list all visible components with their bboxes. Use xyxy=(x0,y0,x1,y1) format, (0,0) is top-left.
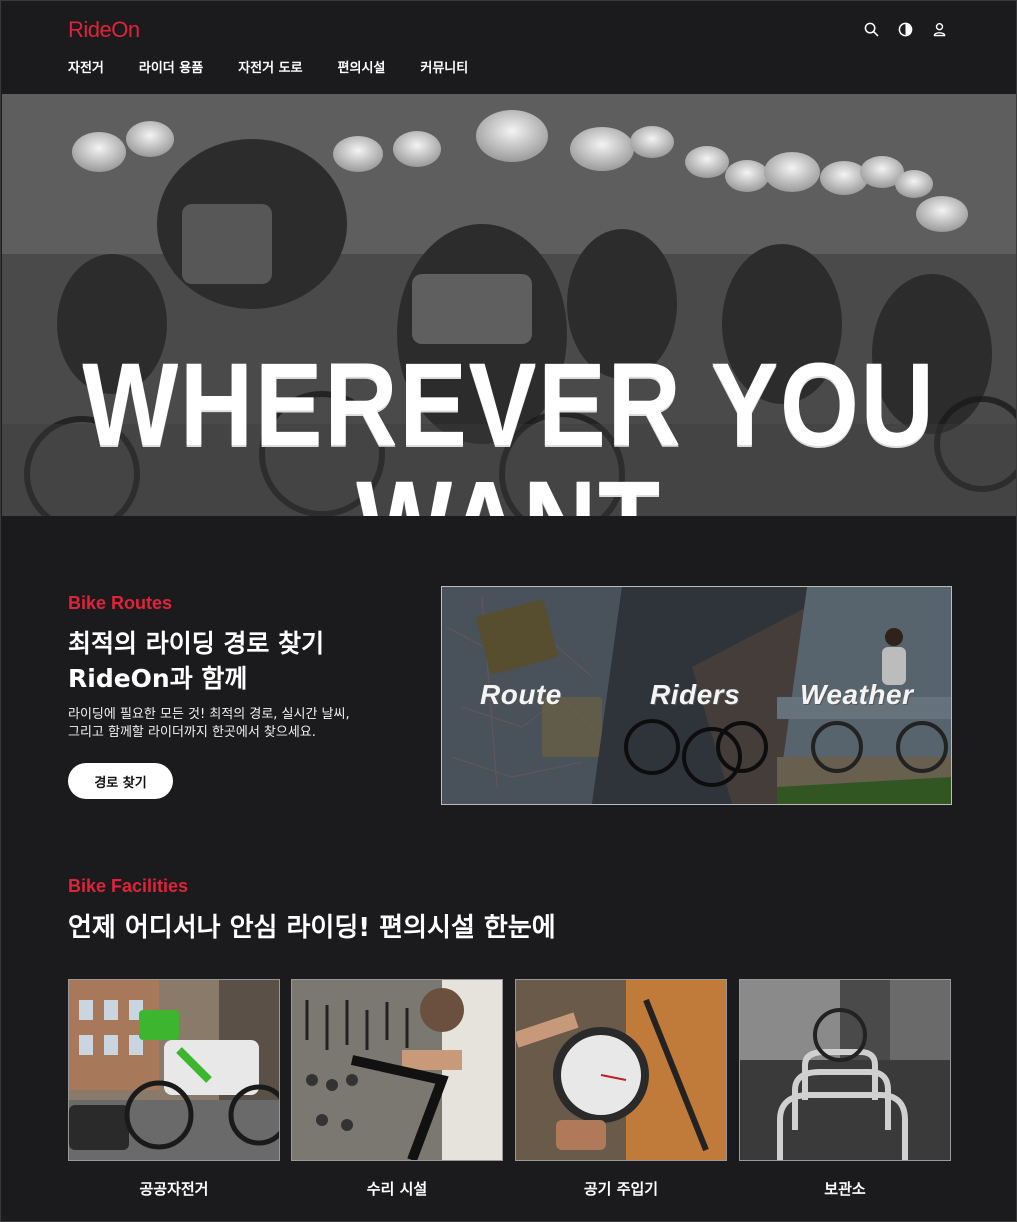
contrast-icon[interactable] xyxy=(897,21,914,38)
nav-item-facilities[interactable]: 편의시설 xyxy=(338,57,386,76)
bike-storage-image xyxy=(739,979,951,1161)
nav-item-rider-gear[interactable]: 라이더 용품 xyxy=(139,57,203,76)
find-route-button[interactable]: 경로 찾기 xyxy=(68,763,173,799)
facility-label-air-pump: 공기 주입기 xyxy=(583,1180,659,1198)
routes-title-line1: 최적의 라이딩 경로 찾기 xyxy=(68,629,325,658)
header-actions xyxy=(863,21,948,38)
facility-card-public-bike[interactable]: 공공자전거 xyxy=(68,979,280,1199)
site-header: RideOn 자전거 라이더 용품 자전거 도로 편의시설 커뮤니티 xyxy=(1,1,1016,93)
routes-desc-line2: 그리고 함께할 라이더까지 한곳에서 찾으세요. xyxy=(68,725,316,740)
facility-card-repair[interactable]: 수리 시설 xyxy=(291,979,503,1199)
nav-item-bikes[interactable]: 자전거 xyxy=(68,57,104,76)
main-nav: 자전거 라이더 용품 자전거 도로 편의시설 커뮤니티 xyxy=(68,57,503,76)
facility-card-storage[interactable]: 보관소 xyxy=(739,979,951,1199)
routes-desc-line1: 라이딩에 필요한 모든 것! 최적의 경로, 실시간 날씨, xyxy=(68,707,350,722)
routes-title: 최적의 라이딩 경로 찾기 RideOn과 함께 xyxy=(68,626,428,696)
facility-card-air-pump[interactable]: 공기 주입기 xyxy=(515,979,727,1199)
site-logo[interactable]: RideOn xyxy=(68,17,140,43)
facility-label-storage: 보관소 xyxy=(824,1180,866,1198)
hero-banner: WHEREVER YOU WANT xyxy=(2,94,1016,516)
public-bike-image xyxy=(68,979,280,1161)
hero-headline: WHEREVER YOU WANT xyxy=(82,339,936,516)
nav-item-bike-roads[interactable]: 자전거 도로 xyxy=(238,57,302,76)
repair-shop-image xyxy=(291,979,503,1161)
routes-title-line2: RideOn과 함께 xyxy=(68,664,248,693)
panel-label-weather: Weather xyxy=(800,679,914,710)
routes-feature-panel[interactable]: Route Riders Weather xyxy=(441,586,952,805)
user-icon[interactable] xyxy=(931,21,948,38)
facility-label-public-bike: 공공자전거 xyxy=(139,1180,209,1198)
facility-label-repair: 수리 시설 xyxy=(366,1180,428,1198)
routes-description: 라이딩에 필요한 모든 것! 최적의 경로, 실시간 날씨, 그리고 함께할 라… xyxy=(68,706,408,742)
panel-label-riders: Riders xyxy=(650,679,741,710)
facilities-eyebrow: Bike Facilities xyxy=(68,876,189,896)
air-pump-image xyxy=(515,979,727,1161)
panel-label-route: Route xyxy=(480,679,562,710)
nav-item-community[interactable]: 커뮤니티 xyxy=(420,57,468,76)
facilities-title: 언제 어디서나 안심 라이딩! 편의시설 한눈에 xyxy=(68,913,556,943)
routes-eyebrow: Bike Routes xyxy=(68,593,173,613)
search-icon[interactable] xyxy=(863,21,880,38)
page-frame: RideOn 자전거 라이더 용품 자전거 도로 편의시설 커뮤니티 WHERE… xyxy=(0,0,1017,1222)
